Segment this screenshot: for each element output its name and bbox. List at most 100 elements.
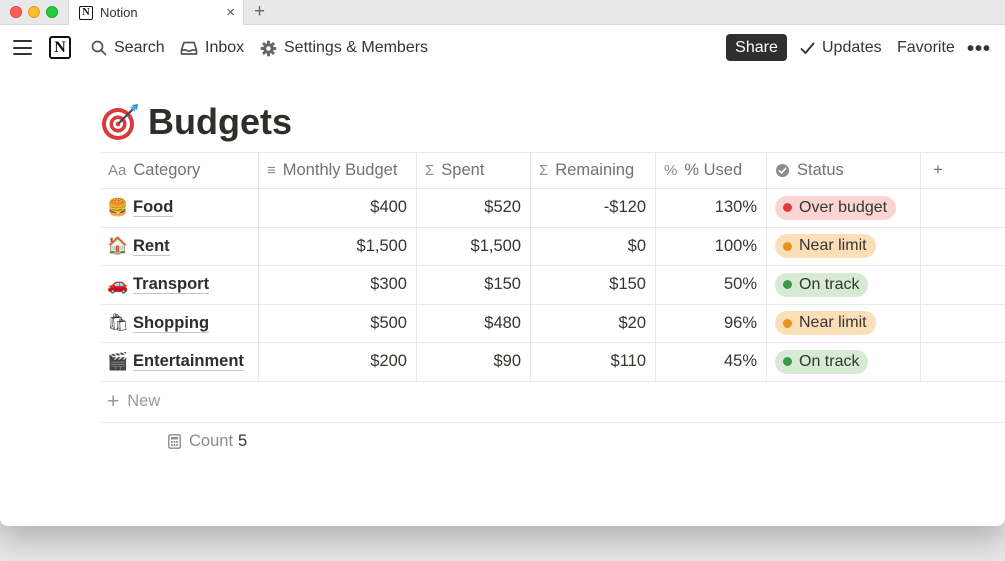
- status-label: Near limit: [799, 237, 867, 255]
- settings-members-button[interactable]: Settings & Members: [260, 38, 428, 58]
- plus-icon: +: [107, 389, 120, 413]
- percent-icon: %: [664, 162, 678, 179]
- formula-icon: Σ: [425, 162, 435, 179]
- tab-title: Notion: [100, 5, 138, 20]
- spent-cell[interactable]: $480: [417, 304, 531, 342]
- category-name[interactable]: Transport: [133, 275, 210, 295]
- spent-cell[interactable]: $150: [417, 266, 531, 304]
- monthly-budget-cell[interactable]: $200: [259, 343, 417, 381]
- percent-used-cell[interactable]: 96%: [656, 304, 767, 342]
- calculator-icon: [168, 434, 181, 449]
- browser-tab-notion[interactable]: N Notion ×: [68, 0, 244, 25]
- spent-cell[interactable]: $520: [417, 189, 531, 227]
- column-label: Monthly Budget: [282, 161, 398, 179]
- monthly-budget-cell[interactable]: $1,500: [259, 227, 417, 265]
- column-label: % Used: [684, 161, 743, 179]
- tab-close-icon[interactable]: ×: [226, 4, 235, 21]
- category-name[interactable]: Entertainment: [133, 352, 244, 372]
- table-body: 🍔 Food $400 $520 -$120 130% Over budget …: [100, 189, 1005, 382]
- status-label: On track: [799, 275, 860, 293]
- status-dot-icon: [783, 203, 792, 213]
- remaining-cell[interactable]: -$120: [531, 189, 656, 227]
- notion-tab-icon: N: [79, 5, 93, 20]
- remaining-cell[interactable]: $20: [531, 304, 656, 342]
- status-badge[interactable]: On track: [775, 272, 869, 297]
- menu-icon[interactable]: [13, 40, 32, 55]
- share-button[interactable]: Share: [726, 34, 787, 61]
- settings-label: Settings & Members: [284, 39, 429, 56]
- category-name[interactable]: Shopping: [133, 314, 210, 333]
- minimize-window-button[interactable]: [28, 6, 40, 18]
- new-row-button[interactable]: + New: [100, 382, 1005, 423]
- count-summary[interactable]: Count 5: [100, 423, 1005, 461]
- status-cell[interactable]: Near limit: [767, 227, 921, 265]
- status-badge[interactable]: On track: [775, 349, 869, 374]
- monthly-budget-cell[interactable]: $400: [259, 189, 417, 227]
- column-header-category[interactable]: Aa Category: [100, 153, 259, 188]
- remaining-cell[interactable]: $150: [531, 266, 656, 304]
- status-check-icon: [775, 163, 790, 178]
- category-name[interactable]: Food: [133, 198, 174, 218]
- status-cell[interactable]: On track: [767, 343, 921, 381]
- category-cell[interactable]: 🛍 Shopping: [100, 304, 259, 342]
- table-row[interactable]: 🚗 Transport $300 $150 $150 50% On track: [100, 266, 1005, 305]
- browser-tab-bar: N Notion × +: [0, 0, 1005, 25]
- column-header-spent[interactable]: Σ Spent: [417, 153, 531, 188]
- column-label: Spent: [441, 161, 485, 179]
- category-cell[interactable]: 🏠 Rent: [100, 227, 259, 265]
- status-dot-icon: [783, 318, 792, 328]
- column-label: Category: [133, 161, 201, 179]
- favorite-button[interactable]: Favorite: [897, 38, 955, 58]
- checkmark-icon: [800, 42, 815, 54]
- add-column-button[interactable]: +: [921, 153, 955, 188]
- percent-used-cell[interactable]: 130%: [656, 189, 767, 227]
- category-emoji-icon: 🏠: [107, 236, 129, 256]
- status-dot-icon: [783, 241, 792, 251]
- remaining-cell[interactable]: $0: [531, 227, 656, 265]
- category-name[interactable]: Rent: [133, 237, 170, 256]
- percent-used-cell[interactable]: 45%: [656, 343, 767, 381]
- empty-cell: [921, 228, 1005, 266]
- page-title[interactable]: Budgets: [100, 101, 292, 143]
- monthly-budget-cell[interactable]: $300: [259, 266, 417, 304]
- table-row[interactable]: 🏠 Rent $1,500 $1,500 $0 100% Near limit: [100, 227, 1005, 266]
- column-header-remaining[interactable]: Σ Remaining: [531, 153, 656, 188]
- empty-cell: [921, 305, 1005, 343]
- top-toolbar: N Search Inbox Settings & Members Share …: [0, 25, 1005, 71]
- more-options-icon[interactable]: •••: [967, 38, 991, 61]
- notion-logo-icon[interactable]: N: [49, 36, 71, 59]
- spent-cell[interactable]: $90: [417, 343, 531, 381]
- column-header-percent-used[interactable]: % % Used: [656, 153, 767, 188]
- category-cell[interactable]: 🚗 Transport: [100, 266, 259, 304]
- table-row[interactable]: 🎬 Entertainment $200 $90 $110 45% On tra…: [100, 343, 1005, 382]
- percent-used-cell[interactable]: 100%: [656, 227, 767, 265]
- category-emoji-icon: 🎬: [107, 351, 129, 371]
- status-cell[interactable]: Over budget: [767, 189, 921, 227]
- monthly-budget-cell[interactable]: $500: [259, 304, 417, 342]
- gear-icon: [260, 40, 277, 56]
- column-header-status[interactable]: Status: [767, 153, 921, 188]
- spent-cell[interactable]: $1,500: [417, 227, 531, 265]
- category-cell[interactable]: 🎬 Entertainment: [100, 343, 259, 381]
- updates-label: Updates: [822, 39, 882, 56]
- search-button[interactable]: Search: [91, 38, 165, 58]
- close-window-button[interactable]: [10, 6, 22, 18]
- table-row[interactable]: 🛍 Shopping $500 $480 $20 96% Near limit: [100, 304, 1005, 343]
- status-cell[interactable]: Near limit: [767, 304, 921, 342]
- status-badge[interactable]: Near limit: [775, 234, 876, 259]
- percent-used-cell[interactable]: 50%: [656, 266, 767, 304]
- maximize-window-button[interactable]: [46, 6, 58, 18]
- status-badge[interactable]: Over budget: [775, 195, 897, 220]
- status-badge[interactable]: Near limit: [775, 311, 876, 336]
- inbox-button[interactable]: Inbox: [180, 38, 244, 58]
- remaining-cell[interactable]: $110: [531, 343, 656, 381]
- updates-button[interactable]: Updates: [800, 38, 882, 58]
- table-row[interactable]: 🍔 Food $400 $520 -$120 130% Over budget: [100, 189, 1005, 228]
- inbox-icon: [180, 41, 198, 55]
- inbox-label: Inbox: [205, 39, 245, 56]
- category-emoji-icon: 🛍: [107, 313, 129, 333]
- category-cell[interactable]: 🍔 Food: [100, 189, 259, 227]
- status-cell[interactable]: On track: [767, 266, 921, 304]
- column-header-monthly-budget[interactable]: ≡ Monthly Budget: [259, 153, 417, 188]
- new-tab-button[interactable]: +: [254, 1, 265, 23]
